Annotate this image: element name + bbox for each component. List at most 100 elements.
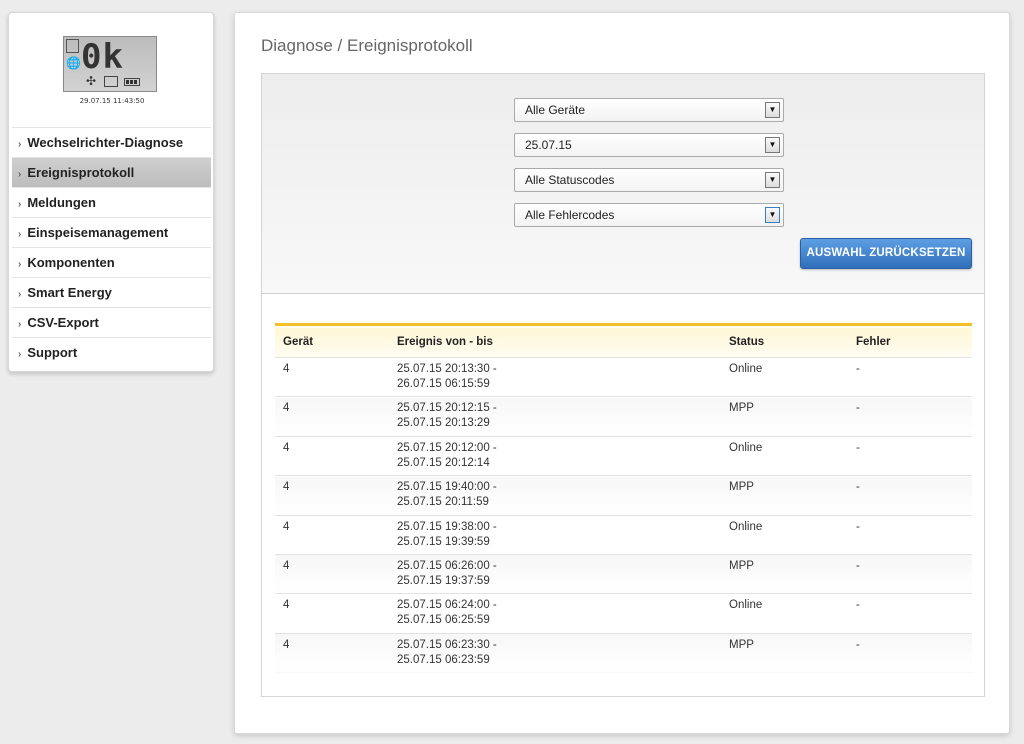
event-from: 25.07.15 20:12:15 - bbox=[397, 402, 497, 415]
sidebar-item-meldungen[interactable]: › Meldungen bbox=[12, 187, 211, 217]
chevron-right-icon: › bbox=[18, 139, 22, 150]
sidebar-item-label: Wechselrichter-Diagnose bbox=[27, 135, 184, 150]
globe-icon: 🌐 bbox=[66, 56, 81, 70]
cell-device: 4 bbox=[283, 481, 290, 494]
cell-error: - bbox=[856, 402, 860, 415]
chevron-right-icon: › bbox=[18, 229, 22, 240]
event-to: 25.07.15 19:37:59 bbox=[397, 574, 490, 587]
error-code-select-value: Alle Fehlercodes bbox=[525, 208, 615, 222]
event-from: 25.07.15 06:23:30 - bbox=[397, 638, 497, 651]
table-row: 4 25.07.15 20:13:30 - 26.07.15 06:15:59 O… bbox=[275, 357, 972, 397]
sidebar-nav: › Wechselrichter-Diagnose › Ereignisprotok… bbox=[12, 127, 211, 367]
cell-error: - bbox=[856, 441, 860, 454]
chevron-right-icon: › bbox=[18, 319, 22, 330]
event-from: 25.07.15 06:26:00 - bbox=[397, 559, 497, 572]
table-row: 4 25.07.15 06:26:00 - 25.07.15 19:37:59 M… bbox=[275, 554, 972, 594]
chevron-right-icon: › bbox=[18, 169, 22, 180]
chevron-down-icon[interactable]: ▼ bbox=[765, 207, 780, 223]
cell-event-range: 25.07.15 20:12:00 - 25.07.15 20:12:14 bbox=[389, 436, 721, 475]
event-to: 26.07.15 06:15:59 bbox=[397, 378, 490, 390]
event-to: 25.07.15 06:25:59 bbox=[397, 614, 490, 627]
sidebar-item-label: Meldungen bbox=[27, 195, 96, 210]
meter-icon bbox=[104, 76, 118, 87]
sidebar-item-smart-energy[interactable]: › Smart Energy bbox=[12, 277, 211, 307]
cell-status: MPP bbox=[729, 559, 754, 572]
main-panel: Diagnose / Ereignisprotokoll Alle Geräte… bbox=[234, 12, 1010, 734]
table-row: 4 25.07.15 19:38:00 - 25.07.15 19:39:59 O… bbox=[275, 515, 972, 554]
grid-icon bbox=[66, 39, 79, 53]
cell-event-range: 25.07.15 06:24:00 - 25.07.15 06:25:59 bbox=[389, 594, 721, 633]
cell-device: 4 bbox=[283, 638, 290, 651]
filter-panel: Alle Geräte ▼ 25.07.15 ▼ Alle Statuscode… bbox=[261, 73, 985, 294]
cell-device: 4 bbox=[283, 441, 290, 454]
device-select-value: Alle Geräte bbox=[525, 103, 586, 117]
chevron-down-icon[interactable]: ▼ bbox=[765, 102, 780, 118]
sidebar-item-label: Support bbox=[27, 345, 78, 360]
event-to: 25.07.15 20:13:29 bbox=[397, 417, 490, 430]
event-from: 25.07.15 19:40:00 - bbox=[397, 481, 497, 494]
cell-event-range: 25.07.15 19:40:00 - 25.07.15 20:11:59 bbox=[389, 476, 721, 515]
sidebar-item-label: Einspeisemanagement bbox=[27, 225, 169, 240]
chevron-right-icon: › bbox=[18, 289, 22, 300]
sidebar-item-support[interactable]: › Support bbox=[12, 337, 211, 367]
chevron-right-icon: › bbox=[18, 259, 22, 270]
sidebar-item-label: CSV-Export bbox=[27, 315, 99, 330]
sidebar-item-label: Komponenten bbox=[27, 255, 115, 270]
device-select[interactable]: Alle Geräte ▼ bbox=[514, 98, 784, 122]
table-row: 4 25.07.15 19:40:00 - 25.07.15 20:11:59 M… bbox=[275, 475, 972, 516]
chevron-down-icon[interactable]: ▼ bbox=[765, 137, 780, 153]
sidebar-item-ereignisprotokoll[interactable]: › Ereignisprotokoll bbox=[12, 157, 211, 187]
event-from: 25.07.15 06:24:00 - bbox=[397, 599, 497, 612]
column-header-event-range: Ereignis von - bis bbox=[397, 335, 493, 348]
sidebar-item-wechselrichter-diagnose[interactable]: › Wechselrichter-Diagnose bbox=[12, 127, 211, 157]
date-select[interactable]: 25.07.15 ▼ bbox=[514, 133, 784, 157]
cell-error: - bbox=[856, 520, 860, 533]
chevron-right-icon: › bbox=[18, 349, 22, 360]
cell-error: - bbox=[856, 559, 860, 572]
cell-event-range: 25.07.15 20:12:15 - 25.07.15 20:13:29 bbox=[389, 397, 721, 436]
cell-device: 4 bbox=[283, 402, 290, 415]
chevron-right-icon: › bbox=[18, 199, 22, 210]
cell-status: MPP bbox=[729, 638, 754, 651]
column-header-device: Gerät bbox=[283, 335, 314, 348]
chevron-down-icon[interactable]: ▼ bbox=[765, 172, 780, 188]
date-select-value: 25.07.15 bbox=[525, 138, 572, 152]
cell-error: - bbox=[856, 363, 860, 375]
table-row: 4 25.07.15 06:24:00 - 25.07.15 06:25:59 O… bbox=[275, 593, 972, 633]
event-from: 25.07.15 20:13:30 - bbox=[397, 363, 497, 375]
sidebar-item-csv-export[interactable]: › CSV-Export bbox=[12, 307, 211, 337]
event-to: 25.07.15 20:11:59 bbox=[397, 496, 489, 509]
cell-status: Online bbox=[729, 441, 763, 454]
reset-selection-button[interactable]: AUSWAHL ZURÜCKSETZEN bbox=[800, 238, 972, 269]
table-row: 4 25.07.15 06:23:30 - 25.07.15 06:23:59 M… bbox=[275, 633, 972, 673]
cell-event-range: 25.07.15 06:26:00 - 25.07.15 19:37:59 bbox=[389, 554, 721, 593]
status-code-select[interactable]: Alle Statuscodes ▼ bbox=[514, 168, 784, 192]
status-code-select-value: Alle Statuscodes bbox=[525, 173, 615, 187]
inverter-status-display: 🌐 0k ✣ bbox=[63, 36, 157, 92]
cell-status: Online bbox=[729, 520, 763, 533]
battery-icon bbox=[124, 78, 140, 86]
event-table-area: Gerät Ereignis von - bis Status Fehler 4… bbox=[261, 294, 985, 697]
sidebar-item-label: Ereignisprotokoll bbox=[27, 165, 135, 180]
cell-device: 4 bbox=[283, 559, 290, 572]
cell-error: - bbox=[856, 599, 860, 612]
column-header-error: Fehler bbox=[856, 335, 891, 348]
sidebar-item-einspeisemanagement[interactable]: › Einspeisemanagement bbox=[12, 217, 211, 247]
sidebar: 🌐 0k ✣ 29.07.15 11:43:50 › Wechselrichter… bbox=[8, 12, 214, 372]
table-row: 4 25.07.15 20:12:00 - 25.07.15 20:12:14 O… bbox=[275, 436, 972, 475]
cell-event-range: 25.07.15 19:38:00 - 25.07.15 19:39:59 bbox=[389, 515, 721, 554]
error-code-select[interactable]: Alle Fehlercodes ▼ bbox=[514, 203, 784, 227]
cell-device: 4 bbox=[283, 599, 290, 612]
cell-error: - bbox=[856, 481, 860, 494]
event-to: 25.07.15 06:23:59 bbox=[397, 653, 490, 666]
cell-event-range: 25.07.15 06:23:30 - 25.07.15 06:23:59 bbox=[389, 633, 721, 672]
page-title: Diagnose / Ereignisprotokoll bbox=[261, 36, 473, 55]
sidebar-item-komponenten[interactable]: › Komponenten bbox=[12, 247, 211, 277]
sidebar-item-label: Smart Energy bbox=[27, 285, 112, 300]
event-table: Gerät Ereignis von - bis Status Fehler 4… bbox=[275, 323, 972, 673]
status-display-text: 0k bbox=[81, 37, 124, 77]
cell-status: MPP bbox=[729, 481, 754, 494]
cell-status: Online bbox=[729, 599, 763, 612]
event-to: 25.07.15 19:39:59 bbox=[397, 535, 490, 548]
device-timestamp: 29.07.15 11:43:50 bbox=[79, 97, 145, 105]
